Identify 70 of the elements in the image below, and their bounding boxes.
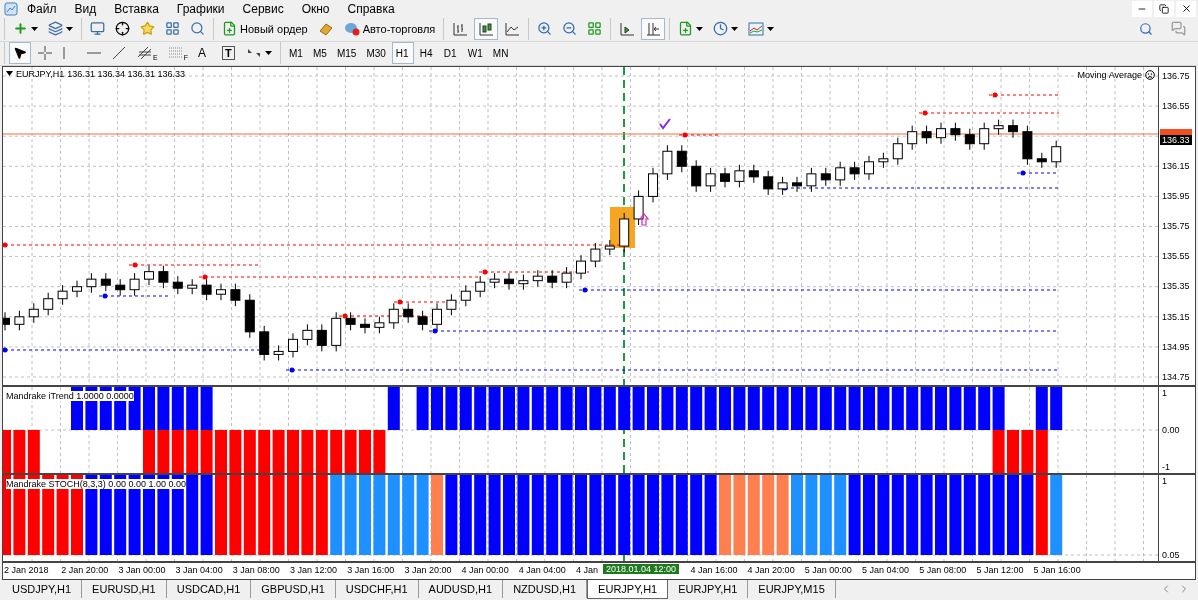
timeframe-button[interactable]: M5 — [308, 42, 331, 65]
timeframe-button[interactable]: H1 — [391, 42, 414, 65]
timeframe-button[interactable]: M15 — [332, 42, 361, 65]
price-label: 135.35 — [1162, 281, 1190, 292]
menu-item[interactable]: Графики — [167, 1, 234, 16]
time-label: 3 Jan 04:00 — [175, 564, 223, 575]
time-label: 4 Jan 00:00 — [461, 564, 509, 575]
time-label: 3 Jan 08:00 — [232, 564, 280, 575]
timeframe-button[interactable]: MN — [488, 42, 513, 65]
expert-name: Moving Average — [1077, 69, 1142, 80]
chart-tab[interactable]: EURUSD,H1 — [82, 579, 167, 598]
menu-item[interactable]: Вид — [65, 1, 106, 16]
cursor-time-label: 2018.01.04 12:00 — [603, 563, 680, 574]
time-label: 3 Jan 12:00 — [290, 564, 338, 575]
timeframe-button[interactable]: D1 — [439, 42, 462, 65]
time-label: 4 Jan — [576, 564, 599, 575]
timeframe-button[interactable]: M30 — [362, 42, 390, 65]
chart-tab[interactable]: USDJPY,H1 — [2, 579, 83, 598]
menu-item[interactable]: Справка — [338, 1, 404, 16]
chart-tab[interactable]: AUDUSD,H1 — [418, 579, 504, 598]
time-label: 4 Jan 20:00 — [747, 564, 795, 575]
text-label-glyph: T — [221, 46, 235, 61]
chart-symbol: EURJPY,H1 — [16, 68, 65, 79]
menu-item[interactable]: Вставка — [105, 1, 168, 16]
chart-tab[interactable]: USDCAD,H1 — [166, 579, 252, 598]
price-label: 134.95 — [1162, 341, 1190, 352]
time-label: 5 Jan 12:00 — [976, 564, 1024, 575]
time-label: 5 Jan 00:00 — [804, 564, 852, 575]
time-label: 3 Jan 16:00 — [347, 564, 395, 575]
price-label: 136.55 — [1162, 100, 1190, 111]
time-label: 3 Jan 20:00 — [404, 564, 452, 575]
text-tool-glyph: A — [197, 46, 206, 61]
scale-label: 0.05 — [1162, 549, 1180, 560]
timeframe-button[interactable]: W1 — [463, 42, 487, 65]
time-label: 4 Jan 04:00 — [518, 564, 566, 575]
time-label: 3 Jan 00:00 — [118, 564, 166, 575]
time-label: 5 Jan 16:00 — [1033, 564, 1081, 575]
price-label: 136.75 — [1162, 70, 1190, 81]
drawing-tool-button[interactable]: A — [193, 42, 216, 65]
menu-item[interactable]: Сервис — [233, 1, 293, 16]
timeframe-button[interactable]: M1 — [284, 42, 307, 65]
menu-item[interactable]: Файл — [18, 1, 66, 16]
scale-label: 1 — [1162, 387, 1167, 398]
chart-tab[interactable]: EURJPY,H1 — [668, 579, 749, 598]
time-label: 2 Jan 20:00 — [61, 564, 109, 575]
scale-label: -1 — [1162, 461, 1170, 472]
scale-label: 1 — [1162, 475, 1167, 486]
current-price-label: 136.33 — [1160, 134, 1192, 145]
new-order-button[interactable]: Новый ордер — [218, 17, 312, 40]
chart-tab[interactable]: GBPUSD,H1 — [251, 579, 336, 598]
price-label: 135.55 — [1162, 251, 1190, 262]
indicator-label: Mandrake STOCH(8,3,3) 0.00 0.00 1.00 0.00 — [6, 478, 186, 489]
time-label: 2 Jan 2018 — [4, 564, 49, 575]
chart-tab[interactable]: USDCHF,H1 — [335, 579, 419, 598]
price-label: 134.75 — [1162, 371, 1190, 382]
price-label: 135.15 — [1162, 311, 1190, 322]
price-label: 135.75 — [1162, 221, 1190, 232]
autotrading-button[interactable]: Авто-торговля — [339, 17, 440, 40]
price-label: 136.15 — [1162, 161, 1190, 171]
scale-label: 0.00 — [1162, 424, 1180, 435]
indicator-label: Mandrake iTrend 1.0000 0.0000 — [6, 390, 134, 401]
price-label: 135.95 — [1162, 191, 1190, 202]
chart-ohlc: 136.31 136.34 136.31 136.33 — [67, 68, 185, 79]
timeframe-button[interactable]: H4 — [415, 42, 438, 65]
time-label: 4 Jan 16:00 — [690, 564, 738, 575]
menu-item[interactable]: Окно — [292, 1, 339, 16]
time-label: 5 Jan 04:00 — [862, 564, 910, 575]
chart-tab[interactable]: EURJPY,M15 — [748, 579, 836, 598]
drawing-tool-button[interactable]: T — [217, 42, 240, 65]
time-label: 5 Jan 08:00 — [919, 564, 967, 575]
